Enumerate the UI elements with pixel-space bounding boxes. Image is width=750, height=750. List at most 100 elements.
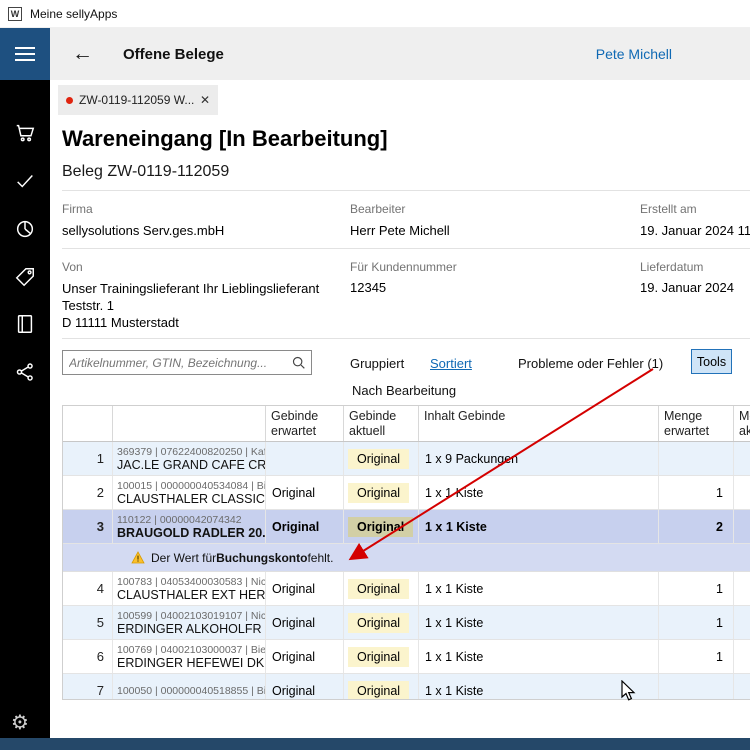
table-row[interactable]: 1 369379 | 07622400820250 | Kaff... JAC.… [63,442,750,476]
menge-erwartet-cell: 1 [659,640,734,673]
app-window: W Meine sellyApps ⚙ ← Offene Belege Pete [0,0,750,750]
document-number: Beleg ZW-0119-112059 [62,163,229,181]
inhalt-gebinde-cell: 1 x 1 Kiste [419,640,659,673]
header-number [63,406,113,441]
row-number: 5 [63,606,113,639]
document-tab[interactable]: ZW-0119-112059 W... ✕ [58,85,218,115]
table-row[interactable]: 4 100783 | 04053400030583 | Nich... CLAU… [63,572,750,606]
table-row[interactable]: 3 110122 | 00000042074342 BRAUGOLD RADLE… [63,510,750,544]
article-name: ERDINGER ALKOHOLFR 2... [117,622,266,636]
von-line2: Teststr. 1 [62,297,342,314]
article-meta: 100769 | 04002103000037 | Bier... [117,644,266,656]
firma-value: sellysolutions Serv.ges.mbH [62,223,332,238]
gebinde-erwartet-cell: Original [266,572,344,605]
von-label: Von [62,260,83,274]
lieferdatum-label: Lieferdatum [640,260,703,274]
divider [62,190,750,191]
gebinde-erwartet-cell: Original [266,674,344,700]
row-number: 3 [63,510,113,543]
menge-aktuell-cell [734,606,750,639]
window-title: Meine sellyApps [30,7,117,21]
erstellt-label: Erstellt am [640,202,697,216]
window-titlebar: W Meine sellyApps [0,0,750,28]
inhalt-gebinde-cell: 1 x 1 Kiste [419,674,659,700]
search-icon[interactable] [291,355,306,370]
cart-icon[interactable] [13,121,37,145]
gebinde-aktuell-cell: Original [344,572,419,605]
kundennummer-value: 12345 [350,280,386,295]
header-gebinde-erwartet: Gebinde erwartet [266,406,344,441]
menge-erwartet-cell [659,674,734,700]
gebinde-highlight: Original [348,613,409,633]
gebinde-erwartet-cell: Original [266,640,344,673]
article-cell: 100599 | 04002103019107 | Nich... ERDING… [113,606,266,639]
check-icon[interactable] [13,169,37,193]
back-button[interactable]: ← [72,42,93,66]
sort-mode-label: Nach Bearbeitung [352,383,456,398]
warning-text-end: fehlt. [307,551,333,565]
header-article [113,406,266,441]
gebinde-aktuell-cell: Original [344,674,419,700]
price-tag-icon[interactable] [13,265,37,289]
app-logo-icon: W [8,7,22,21]
book-icon[interactable] [13,312,37,336]
hamburger-menu-icon[interactable] [0,28,50,80]
article-search[interactable] [62,350,312,375]
article-cell: 100783 | 04053400030583 | Nich... CLAUST… [113,572,266,605]
gruppiert-toggle[interactable]: Gruppiert [350,356,404,371]
table-row[interactable]: 5 100599 | 04002103019107 | Nich... ERDI… [63,606,750,640]
header-menge-erwartet: Menge erwartet [659,406,734,441]
article-cell: 100015 | 000000040534084 | Bier... CLAUS… [113,476,266,509]
von-line1: Unser Trainingslieferant Ihr Lieblingsli… [62,280,342,297]
table-row[interactable]: 6 100769 | 04002103000037 | Bier... ERDI… [63,640,750,674]
bearbeiter-value: Herr Pete Michell [350,223,620,238]
von-address: Unser Trainingslieferant Ihr Lieblingsli… [62,280,342,331]
article-name: CLAUSTHALER EXT HERB... [117,588,266,602]
gebinde-highlight: Original [348,647,409,667]
gebinde-erwartet-cell [266,442,344,475]
article-name: CLAUSTHALER CLASSIC2... [117,492,266,506]
user-name[interactable]: Pete Michell [596,46,672,62]
problems-filter[interactable]: Probleme oder Fehler (1) [518,356,663,371]
table-row[interactable]: 2 100015 | 000000040534084 | Bier... CLA… [63,476,750,510]
table-row[interactable]: 7 100050 | 000000040518855 | Bier... Ori… [63,674,750,700]
page-header-title: Offene Belege [123,46,224,63]
menge-erwartet-cell: 1 [659,476,734,509]
article-name: BRAUGOLD RADLER 20... [117,526,266,540]
gebinde-aktuell-cell: Original [344,640,419,673]
menge-aktuell-cell [734,476,750,509]
article-name: JAC.LE GRAND CAFE CRE... [117,458,266,472]
article-cell: 100769 | 04002103000037 | Bier... ERDING… [113,640,266,673]
warning-text: Der Wert für [151,551,216,565]
gear-icon[interactable]: ⚙ [11,710,29,735]
sortiert-toggle[interactable]: Sortiert [430,356,472,371]
warning-field: Buchungskonto [216,551,307,565]
article-meta: 100783 | 04053400030583 | Nich... [117,576,266,588]
gebinde-aktuell-cell: Original [344,606,419,639]
tools-button[interactable]: Tools [691,349,732,374]
menge-erwartet-cell: 1 [659,572,734,605]
gebinde-highlight: Original [348,681,409,701]
menge-aktuell-cell [734,572,750,605]
kundennummer-label: Für Kundennummer [350,260,457,274]
menge-aktuell-cell [734,442,750,475]
tab-close-icon[interactable]: ✕ [200,93,210,107]
header-inhalt-gebinde: Inhalt Gebinde [419,406,659,441]
gebinde-aktuell-cell: Original [344,442,419,475]
share-icon[interactable] [13,360,37,384]
gebinde-aktuell-cell: Original [344,476,419,509]
article-meta: 100599 | 04002103019107 | Nich... [117,610,266,622]
pie-chart-icon[interactable] [13,217,37,241]
menge-aktuell-cell [734,640,750,673]
article-cell: 369379 | 07622400820250 | Kaff... JAC.LE… [113,442,266,475]
gebinde-highlight: Original [348,579,409,599]
menge-erwartet-cell: 1 [659,606,734,639]
inhalt-gebinde-cell: 1 x 1 Kiste [419,510,659,543]
page-title: Wareneingang [In Bearbeitung] [62,126,388,152]
validation-warning: Der Wert für Buchungskonto fehlt. [63,544,750,572]
gebinde-aktuell-cell: Original [344,510,419,543]
inhalt-gebinde-cell: 1 x 9 Packungen [419,442,659,475]
row-number: 1 [63,442,113,475]
bearbeiter-label: Bearbeiter [350,202,405,216]
search-input[interactable] [63,356,291,370]
